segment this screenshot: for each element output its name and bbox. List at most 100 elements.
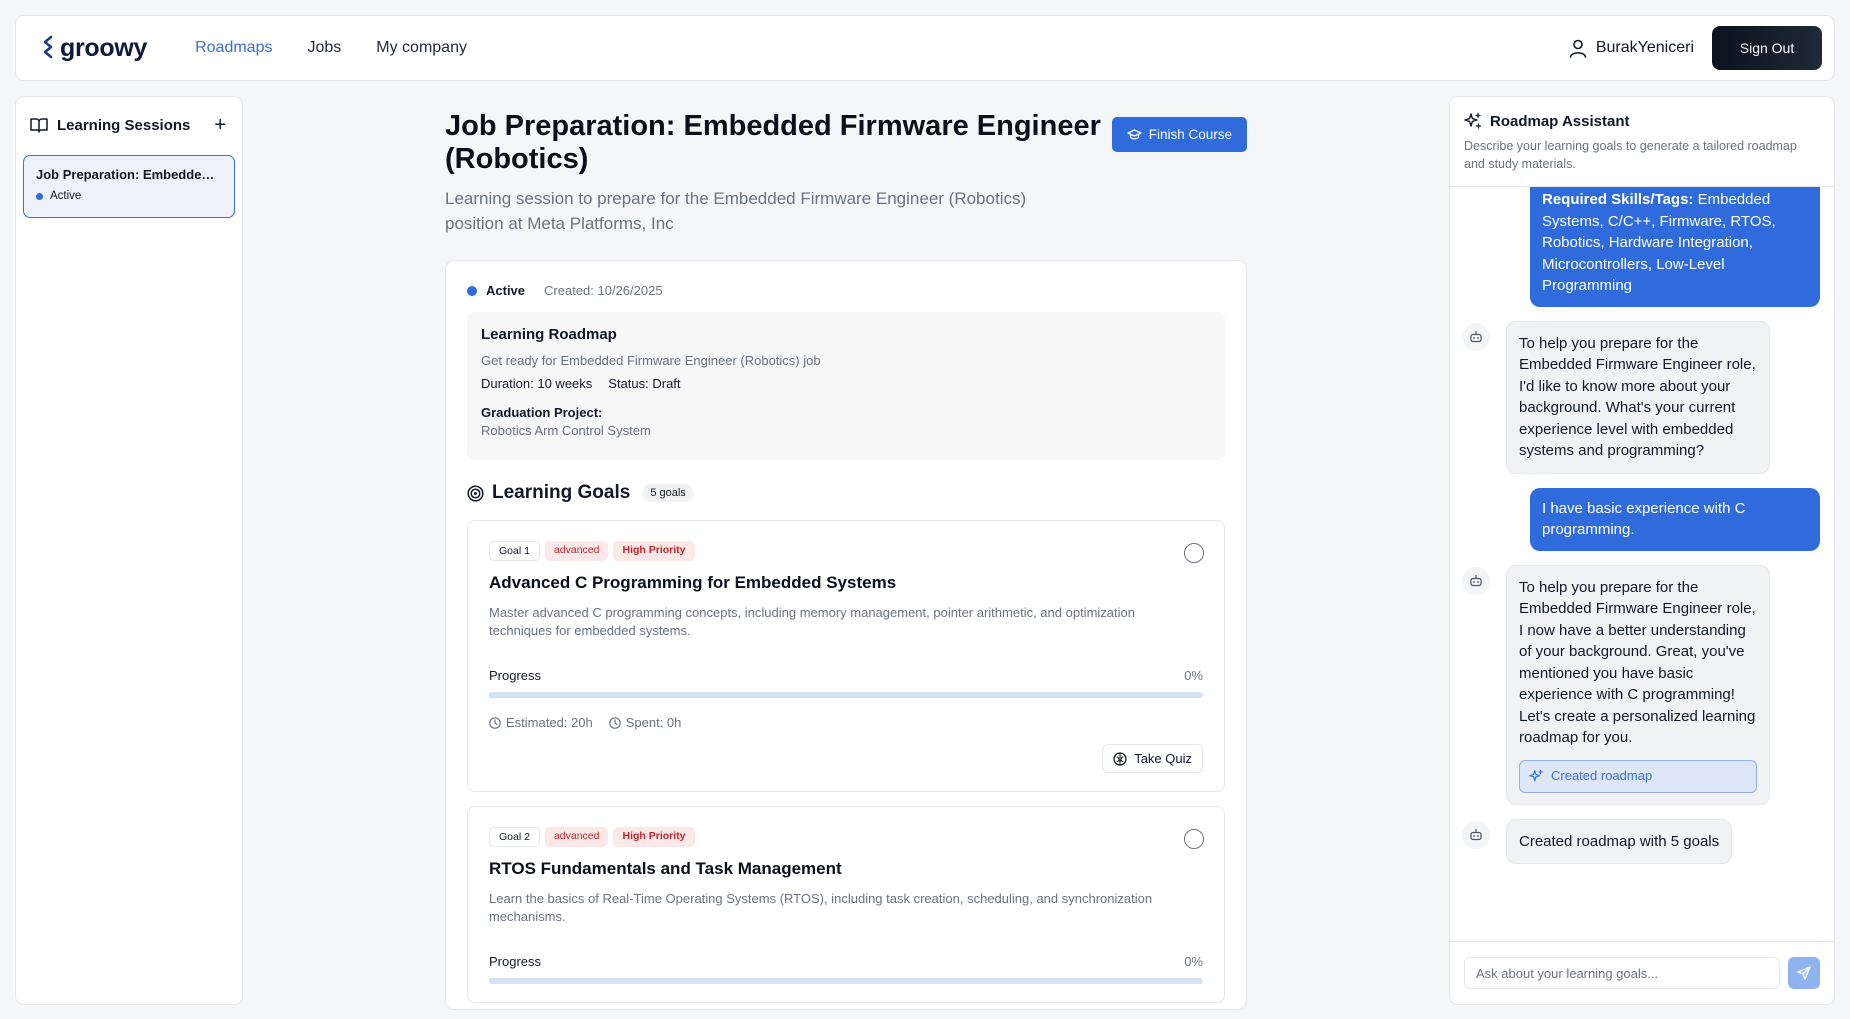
- logo-icon: [42, 35, 54, 61]
- main-nav: Roadmaps Jobs My company: [195, 39, 467, 57]
- sidebar-header: Learning Sessions +: [16, 97, 242, 135]
- progress-value: 0%: [1184, 954, 1203, 969]
- goal-priority-tag: High Priority: [613, 827, 695, 847]
- target-icon: [467, 484, 484, 502]
- graduation-cap-icon: [1127, 128, 1142, 141]
- session-name: Job Preparation: Embedded Firmware Engin…: [36, 167, 222, 182]
- roadmap-meta: Duration: 10 weeks Status: Draft: [481, 376, 1211, 391]
- assistant-message: To help you prepare for the Embedded Fir…: [1462, 564, 1820, 805]
- nav-my-company[interactable]: My company: [376, 39, 467, 57]
- created-roadmap-label: Created roadmap: [1551, 768, 1653, 784]
- chat-input[interactable]: [1464, 957, 1780, 989]
- roadmap-summary: Learning Roadmap Get ready for Embedded …: [467, 312, 1225, 460]
- progress-row: Progress 0%: [489, 668, 1203, 683]
- roadmap-description: Get ready for Embedded Firmware Engineer…: [481, 353, 821, 368]
- estimated-label: Estimated: 20h: [506, 715, 593, 730]
- assistant-message: To help you prepare for the Embedded Fir…: [1462, 320, 1820, 474]
- bot-icon: [1469, 330, 1483, 343]
- roadmap-title: Learning Roadmap: [481, 326, 617, 343]
- roadmap-assistant-panel: Roadmap Assistant Describe your learning…: [1449, 96, 1835, 1005]
- user-message: Required Skills/Tags: Embedded Systems, …: [1530, 187, 1820, 307]
- time-row: Estimated: 20h Spent: 0h: [489, 715, 1203, 730]
- logo[interactable]: groowy: [42, 34, 147, 63]
- clock-icon: [608, 716, 621, 729]
- assistant-description: Describe your learning goals to generate…: [1464, 139, 1797, 171]
- top-navbar: groowy Roadmaps Jobs My company BurakYen…: [15, 15, 1835, 81]
- title-row: Job Preparation: Embedded Firmware Engin…: [445, 110, 1247, 176]
- user-menu[interactable]: BurakYeniceri: [1568, 38, 1694, 58]
- sparkles-icon: [1529, 769, 1544, 784]
- estimated-time: Estimated: 20h: [489, 715, 593, 730]
- take-quiz-button[interactable]: Take Quiz: [1102, 744, 1203, 773]
- goal-number-tag: Goal 1: [489, 541, 540, 561]
- bot-avatar: [1462, 566, 1490, 595]
- session-card: Active Created: 10/26/2025 Learning Road…: [445, 260, 1247, 1010]
- user-message: I have basic experience with C programmi…: [1530, 487, 1820, 551]
- send-button[interactable]: [1788, 957, 1820, 989]
- sign-out-button[interactable]: Sign Out: [1712, 26, 1822, 70]
- session-item[interactable]: Job Preparation: Embedded Firmware Engin…: [23, 155, 235, 218]
- goal-tags: Goal 2 advanced High Priority: [489, 827, 1203, 847]
- graduation-project-label: Graduation Project:: [481, 405, 603, 420]
- session-status: Active: [36, 190, 222, 202]
- created-roadmap-chip[interactable]: Created roadmap: [1519, 759, 1757, 793]
- main-content: Job Preparation: Embedded Firmware Engin…: [445, 110, 1247, 1010]
- goal-complete-checkbox[interactable]: [1184, 543, 1204, 563]
- progress-row: Progress 0%: [489, 954, 1203, 969]
- roadmap-status: Status: Draft: [608, 376, 681, 391]
- created-date: Created: 10/26/2025: [544, 283, 663, 298]
- goal-description: Master advanced C programming concepts, …: [489, 605, 1135, 638]
- bot-avatar: [1462, 322, 1490, 351]
- nav-roadmaps[interactable]: Roadmaps: [195, 39, 272, 57]
- message-text: I have basic experience with C programmi…: [1542, 499, 1746, 539]
- bot-icon: [1469, 828, 1483, 841]
- logo-text: groowy: [60, 33, 148, 62]
- goal-title: RTOS Fundamentals and Task Management: [489, 859, 842, 878]
- progress-label: Progress: [489, 954, 542, 969]
- status-dot: [467, 285, 477, 296]
- chat-input-bar: [1450, 941, 1834, 1004]
- sparkles-icon: [1464, 112, 1482, 130]
- bot-avatar: [1462, 820, 1490, 849]
- page-title: Job Preparation: Embedded Firmware Engin…: [445, 110, 1101, 175]
- assistant-message: Created roadmap with 5 goals: [1462, 818, 1820, 864]
- goal-number-tag: Goal 2: [489, 827, 540, 847]
- assistant-title: Roadmap Assistant: [1490, 112, 1630, 130]
- goal-level-tag: advanced: [544, 541, 609, 561]
- roadmap-duration: Duration: 10 weeks: [481, 376, 593, 391]
- take-quiz-label: Take Quiz: [1134, 751, 1192, 766]
- goal-title: Advanced C Programming for Embedded Syst…: [489, 573, 897, 592]
- send-icon: [1797, 966, 1811, 980]
- goal-complete-checkbox[interactable]: [1184, 829, 1204, 849]
- spent-label: Spent: 0h: [625, 715, 682, 730]
- goals-count-badge: 5 goals: [642, 484, 694, 502]
- status-badge: Active: [486, 283, 526, 298]
- finish-course-label: Finish Course: [1148, 127, 1232, 142]
- progress-bar: [489, 692, 1203, 698]
- chat-messages: Required Skills/Tags: Embedded Systems, …: [1450, 187, 1834, 943]
- goal-tags: Goal 1 advanced High Priority: [489, 541, 1203, 561]
- goal-card[interactable]: Goal 1 advanced High Priority Advanced C…: [467, 520, 1225, 792]
- brain-icon: [1113, 751, 1127, 766]
- add-session-button[interactable]: +: [214, 115, 226, 135]
- bot-icon: [1469, 574, 1483, 587]
- goal-description: Learn the basics of Real-Time Operating …: [489, 891, 1153, 924]
- username: BurakYeniceri: [1595, 39, 1694, 56]
- message-bold-label: Required Skills/Tags:: [1542, 191, 1694, 208]
- goal-priority-tag: High Priority: [613, 541, 695, 561]
- message-bubble: To help you prepare for the Embedded Fir…: [1506, 564, 1770, 805]
- message-text: To help you prepare for the Embedded Fir…: [1506, 320, 1770, 474]
- assistant-title-row: Roadmap Assistant: [1464, 112, 1820, 130]
- status-dot: [36, 192, 43, 200]
- session-status-label: Active: [50, 190, 82, 202]
- quiz-row: Take Quiz: [489, 744, 1203, 773]
- page-subtitle: Learning session to prepare for the Embe…: [445, 189, 1027, 233]
- status-row: Active Created: 10/26/2025: [467, 283, 1225, 298]
- finish-course-button[interactable]: Finish Course: [1111, 117, 1247, 152]
- goals-title: Learning Goals: [492, 482, 631, 503]
- graduation-project-value: Robotics Arm Control System: [481, 423, 651, 438]
- goal-level-tag: advanced: [544, 827, 609, 847]
- message-text: Created roadmap with 5 goals: [1506, 818, 1733, 864]
- nav-jobs[interactable]: Jobs: [307, 39, 341, 57]
- goal-card[interactable]: Goal 2 advanced High Priority RTOS Funda…: [467, 806, 1225, 1003]
